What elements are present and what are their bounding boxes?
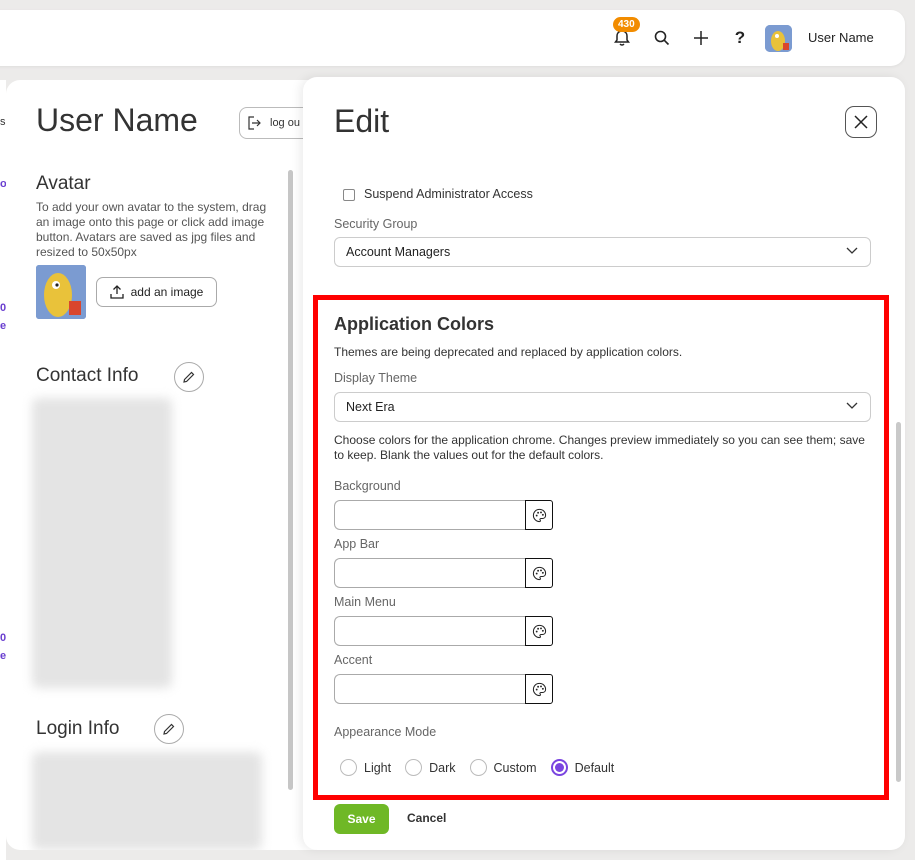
save-button[interactable]: Save [334, 804, 389, 834]
user-profile-panel: User Name log ou Avatar To add your own … [6, 80, 316, 850]
user-avatar[interactable] [765, 25, 792, 52]
avatar-image [36, 265, 86, 319]
radio-button[interactable] [469, 759, 487, 776]
logout-icon [248, 116, 261, 130]
top-app-bar: 430 ? User Name [0, 10, 905, 66]
add-image-button[interactable]: add an image [96, 277, 217, 307]
radio-default[interactable]: Default [550, 759, 615, 776]
application-colors-help: Choose colors for the application chrome… [334, 433, 865, 462]
accent-label: Accent [334, 653, 373, 667]
logout-label: log ou [270, 117, 300, 129]
search-icon[interactable] [650, 10, 674, 66]
avatar-help-text: To add your own avatar to the system, dr… [36, 200, 267, 259]
add-image-label: add an image [130, 285, 204, 299]
palette-icon [532, 566, 546, 580]
contact-info-title: Contact Info [36, 365, 139, 386]
pencil-icon [183, 371, 195, 383]
pencil-icon [163, 723, 175, 735]
display-theme-label: Display Theme [334, 371, 418, 385]
profile-scrollbar[interactable] [288, 170, 293, 790]
cancel-button[interactable]: Cancel [407, 811, 446, 825]
modal-scrollbar[interactable] [896, 422, 901, 782]
display-theme-value: Next Era [346, 400, 395, 414]
login-info-title: Login Info [36, 718, 120, 739]
application-colors-description: Themes are being deprecated and replaced… [334, 345, 683, 359]
edit-contact-button[interactable] [174, 362, 204, 392]
accent-color-picker-button[interactable] [525, 674, 553, 704]
help-icon[interactable]: ? [730, 10, 750, 66]
app-bar-color-input[interactable] [334, 558, 527, 588]
background-color-picker-button[interactable] [525, 500, 553, 530]
suspend-admin-label: Suspend Administrator Access [364, 187, 533, 201]
application-colors-title: Application Colors [334, 314, 495, 334]
suspend-admin-checkbox[interactable] [343, 189, 355, 201]
radio-label: Default [574, 760, 615, 775]
accent-color-input[interactable] [334, 674, 527, 704]
main-menu-color-picker-button[interactable] [525, 616, 553, 646]
profile-name: User Name [36, 102, 198, 138]
edge-fragment: s [0, 116, 6, 128]
appearance-mode-radio-group: Light Dark Custom Default [340, 759, 628, 776]
add-icon[interactable] [689, 10, 713, 66]
main-menu-color-input[interactable] [334, 616, 527, 646]
blurred-login-details [32, 752, 262, 850]
edit-modal: Edit Suspend Administrator Access Securi… [303, 77, 905, 850]
radio-label: Light [364, 760, 392, 775]
radio-button-selected[interactable] [550, 759, 568, 776]
background-color-input[interactable] [334, 500, 527, 530]
app-bar-label: App Bar [334, 537, 380, 551]
security-group-value: Account Managers [346, 245, 451, 259]
radio-button[interactable] [340, 759, 357, 776]
app-bar-color-picker-button[interactable] [525, 558, 553, 588]
palette-icon [532, 682, 546, 696]
appearance-mode-label: Appearance Mode [334, 725, 437, 739]
blurred-contact-details [32, 398, 172, 688]
upload-icon [109, 285, 124, 299]
close-button[interactable] [845, 106, 877, 138]
radio-label: Dark [429, 760, 456, 775]
radio-button[interactable] [405, 759, 423, 776]
chevron-down-icon [846, 247, 858, 254]
chevron-down-icon [846, 402, 858, 409]
radio-light[interactable]: Light [340, 759, 391, 776]
radio-label: Custom [493, 760, 537, 775]
display-theme-select[interactable]: Next Era [334, 392, 871, 422]
top-username[interactable]: User Name [808, 30, 874, 45]
background-label: Background [334, 479, 401, 493]
security-group-select[interactable]: Account Managers [334, 237, 871, 267]
close-icon [854, 115, 868, 129]
modal-title: Edit [334, 103, 390, 139]
palette-icon [532, 508, 546, 522]
avatar-title: Avatar [36, 173, 91, 194]
security-group-label: Security Group [334, 217, 418, 231]
main-menu-label: Main Menu [334, 595, 396, 609]
edit-login-button[interactable] [154, 714, 184, 744]
radio-custom[interactable]: Custom [469, 759, 537, 776]
palette-icon [532, 624, 546, 638]
radio-dark[interactable]: Dark [405, 759, 456, 776]
notification-count-badge: 430 [613, 17, 640, 32]
